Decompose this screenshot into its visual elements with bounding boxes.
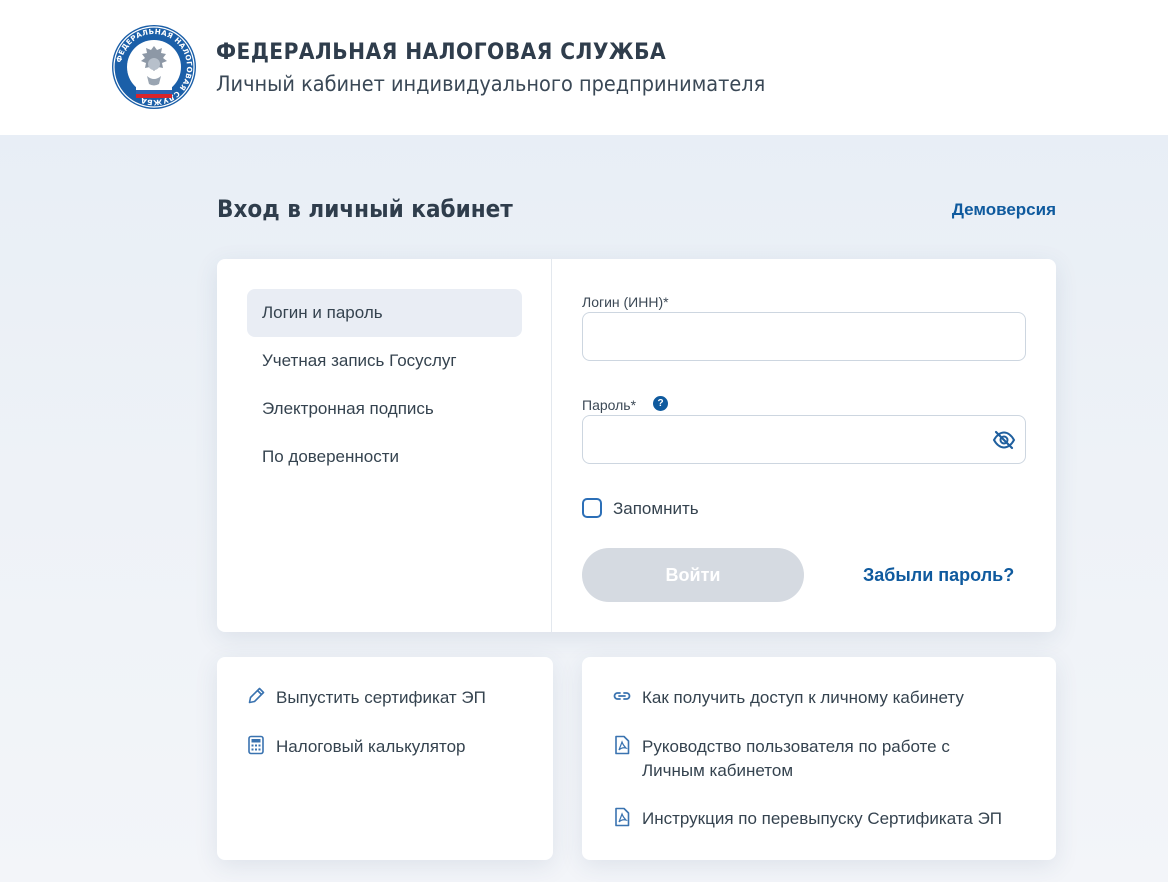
fns-logo[interactable]: ФЕДЕРАЛЬНАЯ НАЛОГОВАЯ СЛУЖБА [111, 24, 197, 110]
method-power-of-attorney[interactable]: По доверенности [247, 433, 522, 481]
method-gosuslugi[interactable]: Учетная запись Госуслуг [247, 337, 522, 385]
demo-link[interactable]: Демоверсия [952, 200, 1056, 220]
link-icon [613, 692, 631, 700]
method-label: Логин и пароль [262, 303, 383, 322]
access-guide-link[interactable]: Как получить доступ к личному кабинету [612, 686, 964, 710]
remember-checkbox[interactable] [582, 498, 602, 518]
login-input[interactable] [582, 312, 1026, 361]
login-method-list: Логин и пароль Учетная запись Госуслуг Э… [247, 289, 522, 481]
page-title: Вход в личный кабинет [217, 195, 513, 223]
method-label: Электронная подпись [262, 399, 434, 418]
link-label: Инструкция по перевыпуску Сертификата ЭП [642, 809, 1003, 828]
tax-calculator-link[interactable]: Налоговый калькулятор [246, 735, 465, 759]
password-label: Пароль* [582, 397, 637, 413]
link-label: Налоговый калькулятор [276, 737, 466, 756]
login-card: Логин и пароль Учетная запись Госуслуг Э… [217, 259, 1056, 632]
link-label: Руководство пользователя по работе с Лич… [642, 737, 950, 780]
link-label: Выпустить сертификат ЭП [276, 688, 486, 707]
calculator-icon [248, 735, 264, 755]
cabinet-subtitle: Личный кабинет индивидуального предприни… [216, 72, 766, 96]
help-icon[interactable]: ? [653, 396, 668, 411]
pdf-icon [615, 735, 630, 755]
method-label: По доверенности [262, 447, 399, 466]
method-label: Учетная запись Госуслуг [262, 351, 457, 370]
user-guide-link[interactable]: Руководство пользователя по работе с Лич… [612, 735, 950, 783]
pdf-icon [615, 807, 630, 827]
card-divider [551, 259, 552, 632]
site-header: ФЕДЕРАЛЬНАЯ НАЛОГОВАЯ СЛУЖБА ФЕДЕРАЛЬНАЯ… [0, 0, 1168, 135]
issue-certificate-link[interactable]: Выпустить сертификат ЭП [246, 686, 486, 710]
link-label: Как получить доступ к личному кабинету [642, 688, 964, 707]
help-links-card: Как получить доступ к личному кабинету Р… [582, 657, 1056, 860]
eye-slash-icon[interactable] [992, 428, 1016, 452]
reissue-instruction-link[interactable]: Инструкция по перевыпуску Сертификата ЭП [612, 807, 1002, 831]
forgot-password-link[interactable]: Забыли пароль? [863, 565, 1014, 586]
password-input[interactable] [582, 415, 1026, 464]
remember-label[interactable]: Запомнить [613, 499, 699, 519]
org-name: ФЕДЕРАЛЬНАЯ НАЛОГОВАЯ СЛУЖБА [216, 40, 667, 65]
login-label: Логин (ИНН)* [582, 294, 669, 310]
method-e-signature[interactable]: Электронная подпись [247, 385, 522, 433]
pen-icon [248, 687, 265, 704]
tools-card: Выпустить сертификат ЭП Налоговый кальку… [217, 657, 553, 860]
method-login-password[interactable]: Логин и пароль [247, 289, 522, 337]
login-button[interactable]: Войти [582, 548, 804, 602]
